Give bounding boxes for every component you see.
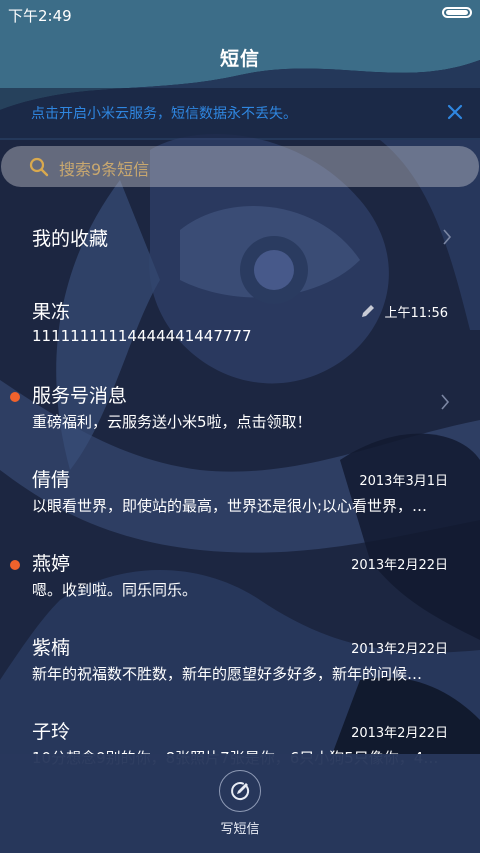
unread-dot (10, 392, 20, 402)
search-input[interactable]: 搜索9条短信 (1, 146, 479, 187)
search-icon (29, 157, 49, 177)
draft-pencil-icon (362, 305, 374, 317)
page-title: 短信 (219, 48, 260, 70)
compose-label[interactable]: 写短信 (0, 818, 480, 837)
chevron-right-icon (441, 394, 450, 410)
compose-button[interactable] (219, 770, 261, 812)
compose-icon (231, 782, 250, 800)
message-item[interactable]: 紫楠 2013年2月22日 新年的祝福数不胜数，新年的愿望好多好多，新年的问候… (0, 633, 480, 717)
contact-name: 燕婷 (32, 553, 71, 575)
message-item[interactable]: 燕婷 2013年2月22日 嗯。收到啦。同乐同乐。 (0, 549, 480, 633)
favorites-label: 我的收藏 (32, 228, 109, 250)
message-item[interactable]: 果冻 上午11:56 11111111114444441447777 (0, 297, 480, 381)
message-date: 上午11:56 (384, 306, 448, 321)
message-item[interactable]: 倩倩 2013年3月1日 以眼看世界，即使站的最高，世界还是很小;以心看世界，… (0, 465, 480, 549)
message-preview: 重磅福利，云服务送小米5啦，点击领取！ (32, 413, 312, 431)
message-preview: 11111111114444441447777 (32, 327, 252, 345)
message-date: 2013年3月1日 (359, 474, 448, 489)
close-icon[interactable] (444, 101, 466, 123)
contact-name: 紫楠 (32, 637, 71, 659)
battery-icon (442, 7, 472, 18)
favorites-row[interactable]: 我的收藏 (0, 218, 480, 258)
banner-text[interactable]: 点击开启小米云服务，短信数据永不丢失。 (31, 103, 297, 123)
contact-name: 倩倩 (32, 469, 71, 491)
bottom-bar: 写短信 (0, 754, 480, 853)
message-preview: 新年的祝福数不胜数，新年的愿望好多好多，新年的问候… (32, 665, 423, 683)
unread-dot (10, 560, 20, 570)
contact-name: 子玲 (32, 721, 71, 743)
status-bar: 下午2:49 (0, 0, 480, 28)
contact-name: 服务号消息 (32, 385, 128, 407)
chevron-right-icon (443, 229, 452, 245)
cloud-service-banner[interactable]: 点击开启小米云服务，短信数据永不丢失。 (0, 88, 480, 138)
search-placeholder: 搜索9条短信 (59, 160, 150, 179)
message-preview: 嗯。收到啦。同乐同乐。 (32, 581, 198, 599)
message-date: 2013年2月22日 (351, 642, 448, 657)
status-time: 下午2:49 (8, 7, 72, 25)
contact-name: 果冻 (32, 301, 71, 323)
message-item[interactable]: 服务号消息 重磅福利，云服务送小米5啦，点击领取！ (0, 381, 480, 465)
message-preview: 以眼看世界，即使站的最高，世界还是很小;以心看世界，… (32, 497, 428, 515)
message-date: 2013年2月22日 (351, 558, 448, 573)
message-date: 2013年2月22日 (351, 726, 448, 741)
